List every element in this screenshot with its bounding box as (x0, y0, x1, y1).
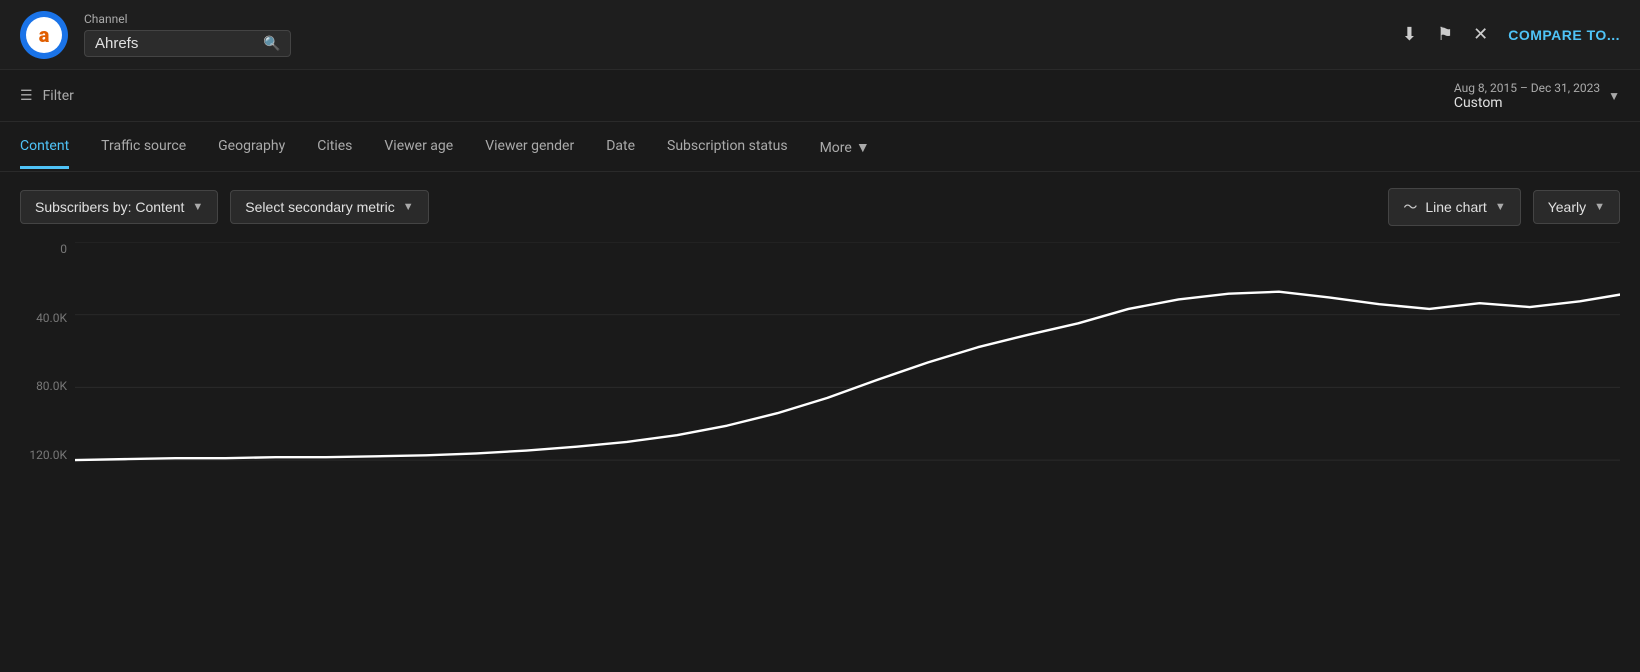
top-bar: a Channel 🔍 ⬇ ⚑ ✕ COMPARE TO... (0, 0, 1640, 70)
line-chart-icon: 〜 (1403, 197, 1417, 217)
filter-icon: ☰ (20, 88, 33, 104)
y-axis-labels: 120.0K 80.0K 40.0K 0 (20, 242, 75, 462)
chart-container: 120.0K 80.0K 40.0K 0 (20, 242, 1620, 482)
date-range-section: Aug 8, 2015 – Dec 31, 2023 Custom (1454, 81, 1600, 111)
tab-content[interactable]: Content (20, 138, 69, 169)
tab-nav: Content Traffic source Geography Cities … (0, 122, 1640, 172)
channel-section: Channel 🔍 (84, 12, 291, 57)
channel-logo: a (20, 11, 68, 59)
primary-metric-arrow-icon: ▼ (192, 201, 203, 213)
tab-geography[interactable]: Geography (218, 138, 285, 169)
chart-polyline (75, 292, 1620, 460)
secondary-metric-dropdown[interactable]: Select secondary metric ▼ (230, 190, 428, 224)
y-label-0: 120.0K (20, 448, 75, 462)
tab-subscription-status[interactable]: Subscription status (667, 138, 788, 169)
date-dropdown-arrow[interactable]: ▼ (1608, 89, 1620, 103)
filter-bar: ☰ Filter Aug 8, 2015 – Dec 31, 2023 Cust… (0, 70, 1640, 122)
download-button[interactable]: ⬇ (1402, 24, 1417, 45)
controls-left: Subscribers by: Content ▼ Select seconda… (20, 190, 429, 224)
top-bar-right: ⬇ ⚑ ✕ COMPARE TO... (1402, 24, 1620, 45)
close-button[interactable]: ✕ (1473, 24, 1488, 45)
primary-metric-label: Subscribers by: Content (35, 199, 184, 215)
chart-area: 120.0K 80.0K 40.0K 0 (0, 242, 1640, 672)
time-period-arrow-icon: ▼ (1594, 201, 1605, 213)
y-label-2: 40.0K (20, 311, 75, 325)
time-period-dropdown[interactable]: Yearly ▼ (1533, 190, 1620, 224)
tab-date[interactable]: Date (606, 138, 635, 169)
chart-type-label: Line chart (1425, 199, 1486, 215)
date-range-text: Aug 8, 2015 – Dec 31, 2023 (1454, 81, 1600, 95)
date-mode-value: Custom (1454, 95, 1600, 111)
channel-input-wrap[interactable]: 🔍 (84, 30, 291, 57)
compare-to-button[interactable]: COMPARE TO... (1508, 27, 1620, 43)
channel-label: Channel (84, 12, 291, 26)
time-period-label: Yearly (1548, 199, 1586, 215)
secondary-metric-arrow-icon: ▼ (403, 201, 414, 213)
notification-button[interactable]: ⚑ (1437, 24, 1453, 45)
tab-traffic-source[interactable]: Traffic source (101, 138, 186, 169)
more-chevron-icon: ▼ (856, 139, 870, 156)
chart-type-dropdown[interactable]: 〜 Line chart ▼ (1388, 188, 1520, 226)
y-label-3: 0 (20, 242, 75, 256)
controls-row: Subscribers by: Content ▼ Select seconda… (0, 172, 1640, 242)
filter-left[interactable]: ☰ Filter (20, 88, 74, 104)
channel-search-icon: 🔍 (263, 36, 280, 52)
line-chart-svg (75, 242, 1620, 462)
controls-right: 〜 Line chart ▼ Yearly ▼ (1388, 188, 1620, 226)
main-content: ☰ Filter Aug 8, 2015 – Dec 31, 2023 Cust… (0, 70, 1640, 672)
tab-viewer-gender[interactable]: Viewer gender (485, 138, 574, 169)
top-bar-left: a Channel 🔍 (20, 11, 291, 59)
primary-metric-dropdown[interactable]: Subscribers by: Content ▼ (20, 190, 218, 224)
chart-svg-wrap (75, 242, 1620, 462)
y-label-1: 80.0K (20, 379, 75, 393)
channel-input[interactable] (95, 35, 255, 52)
filter-label: Filter (43, 88, 74, 104)
secondary-metric-label: Select secondary metric (245, 199, 394, 215)
tab-more[interactable]: More ▼ (820, 139, 870, 168)
filter-right: Aug 8, 2015 – Dec 31, 2023 Custom ▼ (1454, 81, 1620, 111)
logo-letter: a (26, 17, 62, 53)
tab-viewer-age[interactable]: Viewer age (384, 138, 453, 169)
chart-type-arrow-icon: ▼ (1495, 201, 1506, 213)
tab-cities[interactable]: Cities (317, 138, 352, 169)
